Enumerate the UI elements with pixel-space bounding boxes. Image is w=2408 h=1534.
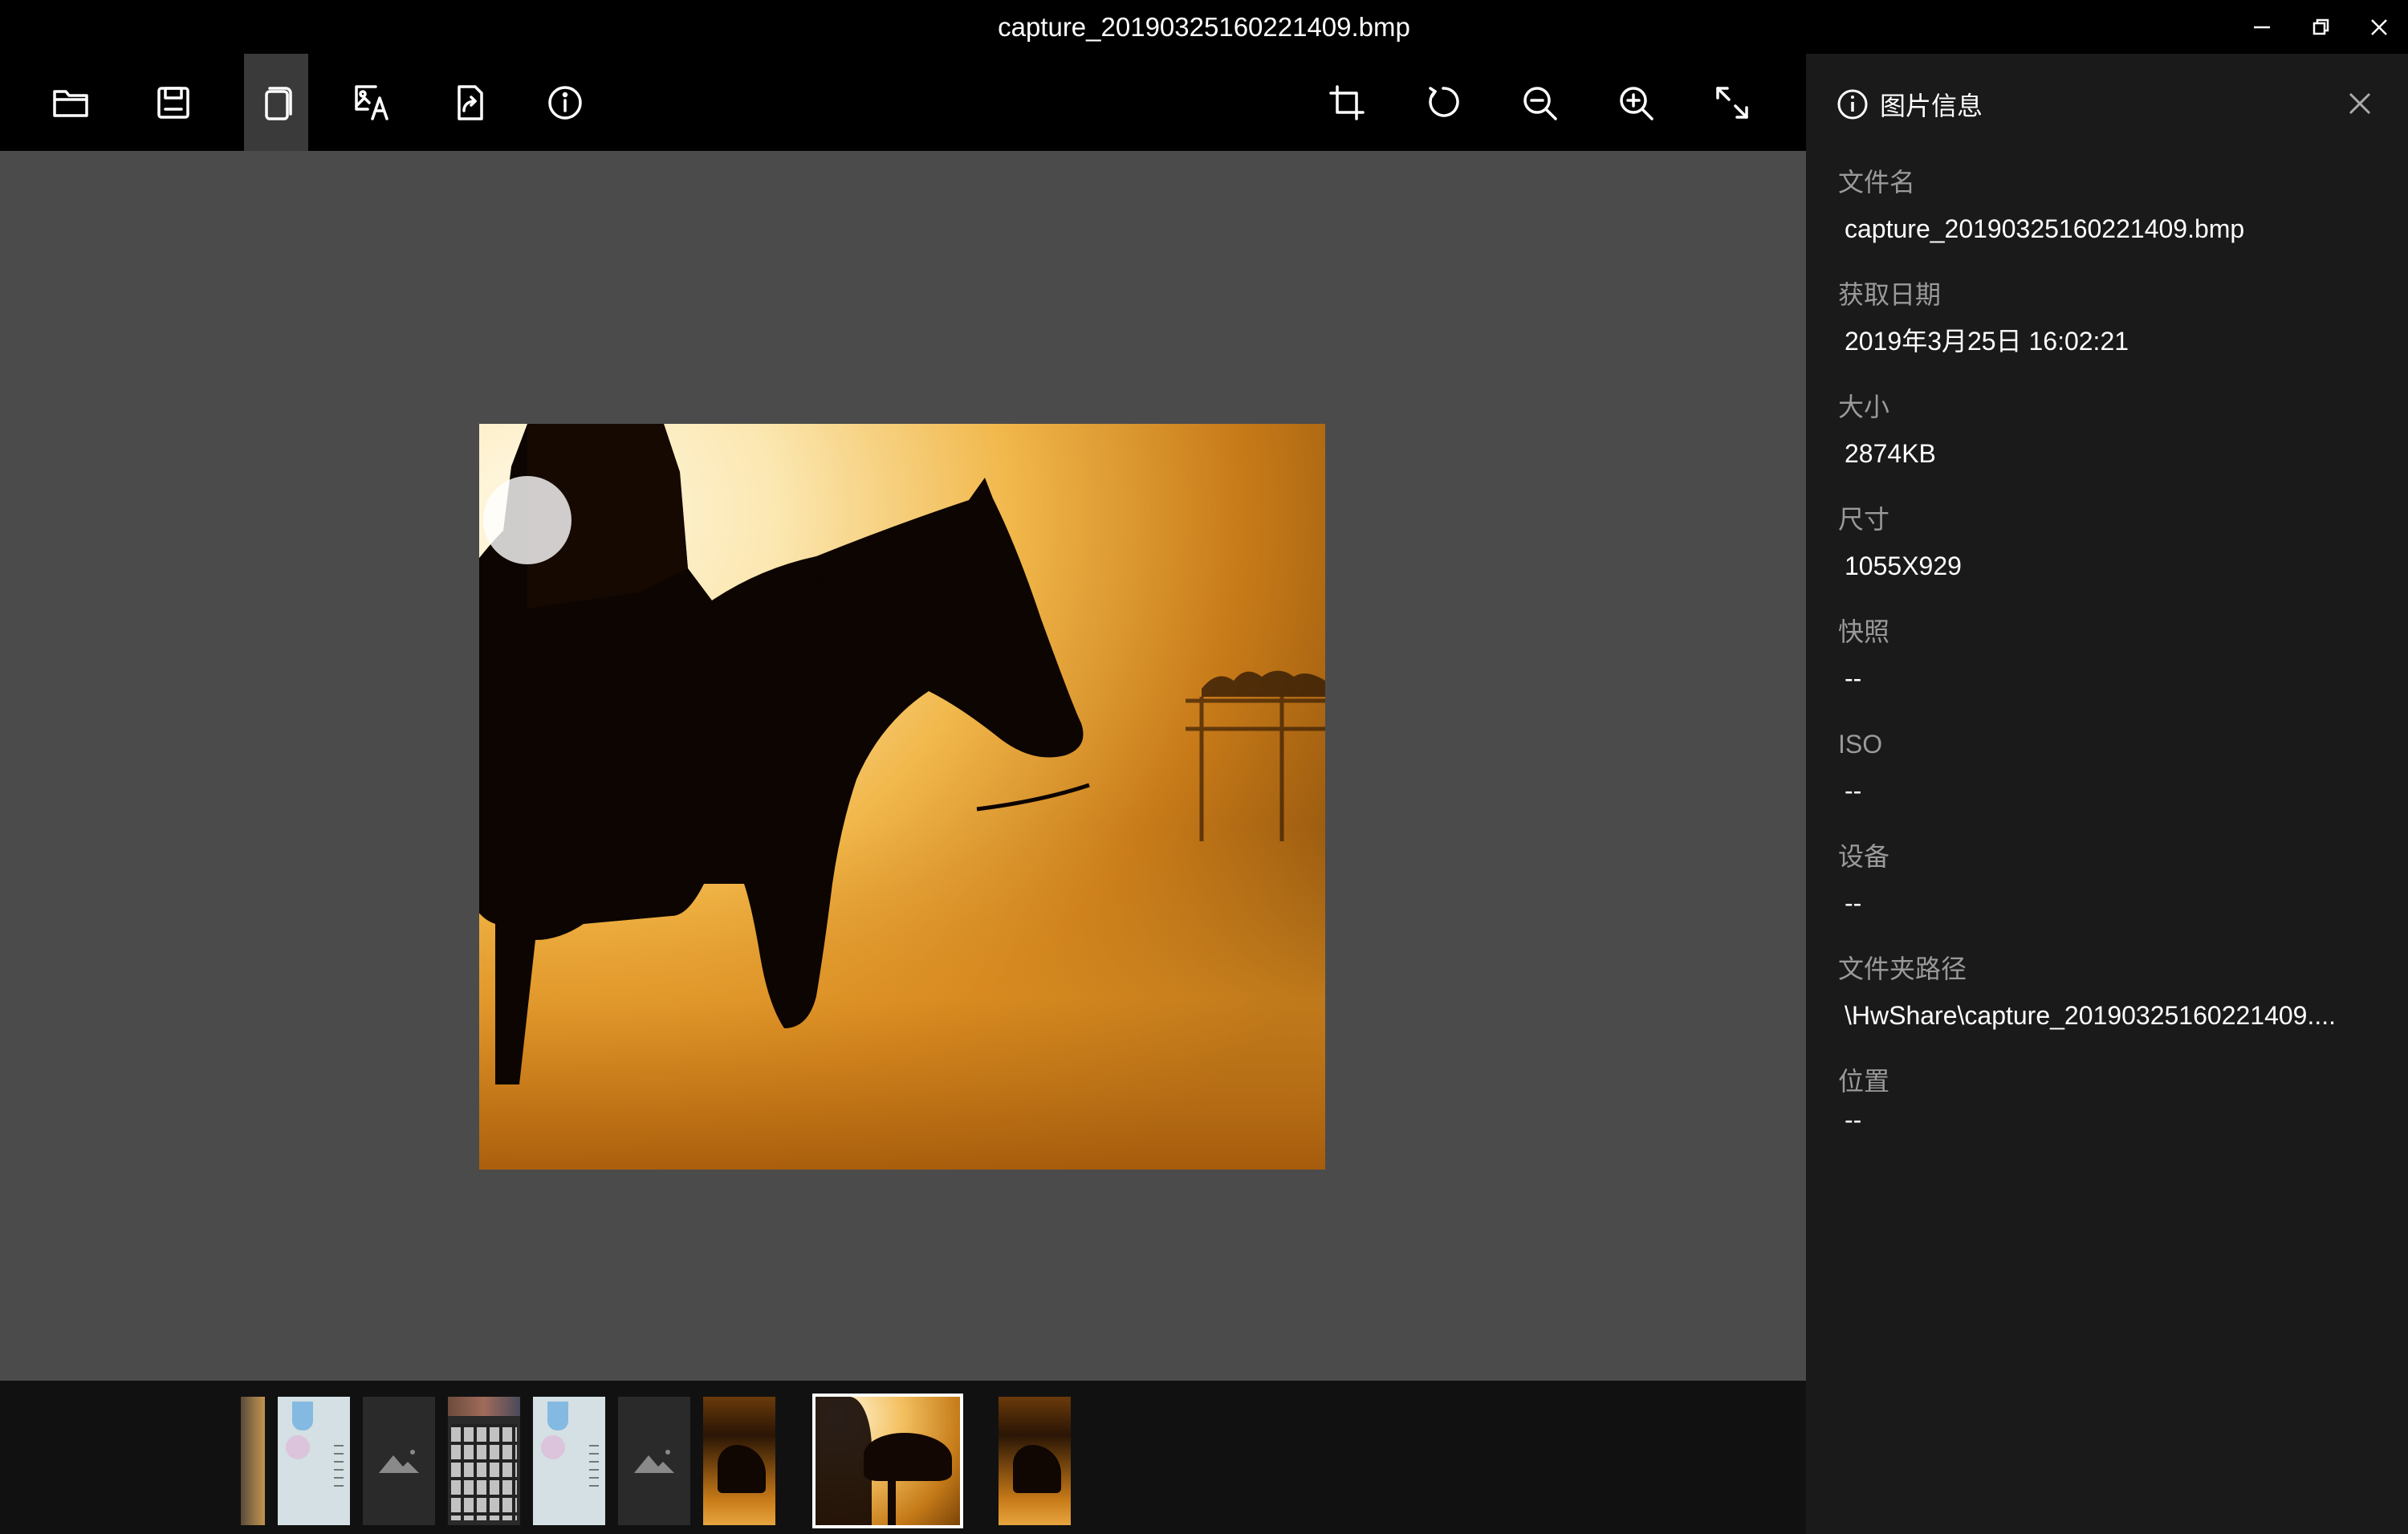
- field-location: 位置 --: [1838, 1064, 2384, 1137]
- image-viewer[interactable]: [0, 151, 1806, 1381]
- close-window-button[interactable]: [2350, 0, 2408, 54]
- rotate-button[interactable]: [1411, 54, 1475, 151]
- image-placeholder-icon: [634, 1450, 674, 1473]
- filmstrip: [0, 1381, 1806, 1534]
- field-value: --: [1845, 664, 1862, 693]
- field-value: 1055X929: [1845, 551, 1962, 580]
- thumbnail[interactable]: [703, 1397, 775, 1525]
- field-value: 2874KB: [1845, 439, 1936, 468]
- zoom-out-button[interactable]: [1507, 54, 1572, 151]
- field-value: --: [1845, 889, 1862, 918]
- save-icon: [157, 86, 189, 119]
- folder-open-icon: [53, 89, 88, 117]
- image-text-button[interactable]: [340, 54, 405, 151]
- field-label: ISO: [1838, 730, 1883, 759]
- save-button[interactable]: [141, 54, 205, 151]
- field-label: 获取日期: [1838, 280, 1942, 309]
- panel-title: 图片信息: [1880, 92, 1983, 120]
- fullscreen-button[interactable]: [1700, 54, 1764, 151]
- thumbnail[interactable]: [278, 1397, 350, 1525]
- fullscreen-icon: [1716, 86, 1748, 119]
- thumbnail[interactable]: [999, 1397, 1071, 1525]
- field-dimensions: 尺寸 1055X929: [1838, 502, 2384, 584]
- share-button[interactable]: [437, 54, 501, 151]
- thumbnail[interactable]: [448, 1397, 520, 1525]
- image-placeholder-icon: [379, 1450, 419, 1473]
- close-icon: [2349, 92, 2371, 115]
- field-snapshot: 快照 --: [1838, 614, 2384, 696]
- toolbar: [0, 54, 1806, 151]
- field-label: 设备: [1838, 842, 1890, 871]
- thumbnail-placeholder[interactable]: [618, 1397, 690, 1525]
- field-size: 大小 2874KB: [1838, 389, 2384, 471]
- thumbnail[interactable]: [533, 1397, 605, 1525]
- zoom-in-button[interactable]: [1604, 54, 1668, 151]
- field-value: capture_20190325160221409.bmp: [1845, 214, 2245, 243]
- field-label: 文件夹路径: [1838, 954, 1967, 983]
- open-folder-button[interactable]: [39, 54, 103, 151]
- field-value: --: [1845, 776, 1862, 805]
- field-value: 2019年3月25日 16:02:21: [1845, 327, 2129, 356]
- field-value: \HwShare\capture_20190325160221409....: [1845, 1001, 2337, 1030]
- zoom-in-icon: [1620, 86, 1653, 120]
- window-title: capture_20190325160221409.bmp: [998, 12, 1410, 42]
- field-label: 大小: [1838, 393, 1890, 421]
- field-filename: 文件名 capture_20190325160221409.bmp: [1838, 165, 2384, 246]
- thumbnail[interactable]: [241, 1397, 265, 1525]
- copy-button[interactable]: [244, 54, 308, 151]
- field-iso: ISO --: [1838, 726, 2384, 808]
- field-folder-path: 文件夹路径 \HwShare\capture_20190325160221409…: [1838, 951, 2384, 1033]
- crop-icon: [1329, 84, 1365, 120]
- copy-icon: [265, 86, 292, 120]
- info-button[interactable]: [533, 54, 597, 151]
- zoom-out-icon: [1523, 86, 1557, 120]
- minimize-button[interactable]: [2233, 0, 2291, 54]
- panel-header: 图片信息: [1837, 84, 1983, 124]
- field-device: 设备 --: [1838, 839, 2384, 921]
- info-icon: [548, 85, 582, 120]
- field-label: 位置: [1838, 1067, 1890, 1096]
- restore-icon: [2312, 18, 2329, 35]
- field-label: 快照: [1838, 617, 1890, 646]
- field-value: --: [1845, 1105, 1862, 1134]
- info-icon: [1837, 89, 1868, 120]
- field-date: 获取日期 2019年3月25日 16:02:21: [1838, 277, 2384, 359]
- image-text-icon: [355, 84, 388, 120]
- image-info-panel: 图片信息 文件名 capture_20190325160221409.bmp 获…: [1806, 54, 2408, 1534]
- field-label: 尺寸: [1838, 505, 1890, 534]
- rotate-icon: [1429, 86, 1459, 117]
- thumbnail-selected[interactable]: [812, 1394, 963, 1528]
- close-panel-button[interactable]: [2344, 87, 2376, 120]
- title-bar: capture_20190325160221409.bmp: [0, 0, 2408, 54]
- close-icon: [2371, 18, 2387, 35]
- field-label: 文件名: [1838, 168, 1916, 197]
- minimize-icon: [2254, 26, 2270, 28]
- crop-button[interactable]: [1315, 54, 1379, 151]
- restore-button[interactable]: [2292, 0, 2350, 54]
- share-icon: [458, 84, 483, 120]
- main-photo: [479, 424, 1325, 1170]
- thumbnail-placeholder[interactable]: [363, 1397, 435, 1525]
